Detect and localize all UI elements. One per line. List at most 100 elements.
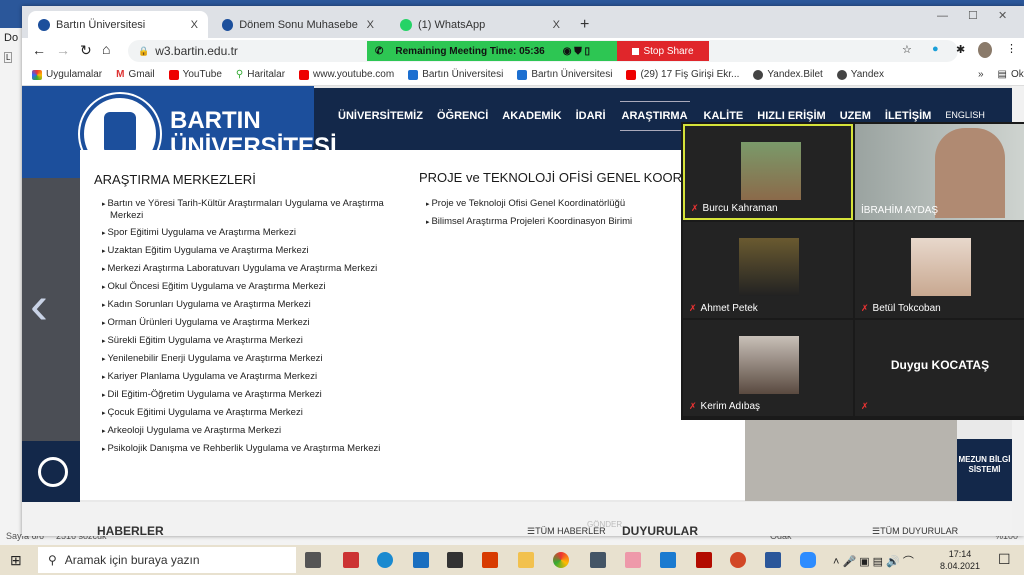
extensions-puzzle-icon[interactable]: ✱ [956, 43, 965, 56]
bookmark-fis-girisi[interactable]: (29) 17 Fiş Girişi Ekr... [626, 69, 739, 80]
participant-video [739, 336, 799, 394]
dropdown-link[interactable]: Sürekli Eğitim Uygulama ve Araştırma Mer… [102, 335, 392, 347]
stop-share-button[interactable]: Stop Share [617, 41, 709, 61]
profile-avatar[interactable] [978, 42, 992, 58]
search-logo-badge[interactable] [22, 441, 80, 503]
stop-share-label: Stop Share [643, 45, 694, 57]
youtube-icon [626, 69, 637, 80]
dropdown-link[interactable]: Yenilenebilir Enerji Uygulama ve Araştır… [102, 353, 392, 365]
zoom-app-icon[interactable] [800, 552, 816, 568]
nav-arastirma[interactable]: ARAŞTIRMA [619, 101, 690, 131]
nav-universitemiz[interactable]: ÜNİVERSİTEMİZ [338, 110, 423, 131]
windows-start-icon[interactable]: ⊞ [10, 552, 22, 569]
dropdown-link[interactable]: Bartın ve Yöresi Tarih-Kültür Araştırmal… [102, 198, 392, 221]
mic-muted-icon: ✗ [861, 401, 869, 411]
edge-icon[interactable] [377, 552, 393, 568]
home-icon[interactable]: ⌂ [102, 41, 110, 57]
bookmark-gmail[interactable]: M Gmail [116, 69, 154, 80]
bookmark-youtube-com[interactable]: www.youtube.com [299, 69, 394, 80]
ruler-tab-marker[interactable]: L [4, 52, 13, 63]
dropdown-link[interactable]: Merkezi Araştırma Laboratuvarı Uygulama … [102, 263, 392, 275]
dropdown-link[interactable]: Okul Öncesi Eğitim Uygulama ve Araştırma… [102, 281, 392, 293]
close-window-icon[interactable]: ✕ [998, 9, 1007, 22]
participant-tile[interactable]: ✗ Kerim Adıbaş [683, 320, 853, 416]
tab-strip: Bartın Üniversitesi X Dönem Sonu Muhasebe… [22, 6, 1024, 38]
file-explorer-icon[interactable] [518, 552, 534, 568]
dropdown-link[interactable]: Arkeoloji Uygulama ve Araştırma Merkezi [102, 425, 392, 437]
dropdown-link[interactable]: Kariyer Planlama Uygulama ve Araştırma M… [102, 371, 392, 383]
taskbar-search[interactable]: ⚲ Aramak için buraya yazın [38, 547, 296, 573]
participant-tile[interactable]: ✗ Ahmet Petek [683, 222, 853, 318]
new-tab-button[interactable]: + [570, 11, 599, 38]
s-icon [517, 69, 528, 80]
close-tab-icon[interactable]: X [191, 19, 198, 31]
participant-video [911, 238, 971, 296]
reload-icon[interactable]: ↻ [80, 42, 92, 59]
nav-idari[interactable]: İDARİ [576, 110, 606, 131]
close-tab-icon[interactable]: X [367, 19, 374, 31]
participant-tile[interactable]: ✗ Burcu Kahraman [683, 124, 853, 220]
bookmark-maps[interactable]: ⚲ Haritalar [236, 69, 285, 80]
bookmark-bartin-1[interactable]: Bartın Üniversitesi [408, 69, 503, 80]
participant-tile[interactable]: İBRAHİM AYDAŞ [855, 124, 1024, 220]
participant-tile[interactable]: ✗ Betül Tokcoban [855, 222, 1024, 318]
mic-muted-icon: ✗ [861, 303, 869, 313]
bookmark-bartin-2[interactable]: Bartın Üniversitesi [517, 69, 612, 80]
acrobat-icon[interactable] [696, 552, 712, 568]
word-menu-fragment: Do [4, 32, 19, 44]
participant-video [935, 128, 1005, 218]
bookmark-star-icon[interactable]: ☆ [902, 43, 912, 56]
chrome-icon[interactable] [553, 552, 569, 568]
maximize-icon[interactable]: ☐ [968, 9, 978, 22]
tab-bartin[interactable]: Bartın Üniversitesi X [28, 11, 208, 38]
dropdown-link[interactable]: Uzaktan Eğitim Uygulama ve Araştırma Mer… [102, 245, 392, 257]
close-tab-icon[interactable]: X [553, 19, 560, 31]
tab-donem-sonu[interactable]: Dönem Sonu Muhasebe İşlemleri X [212, 11, 384, 38]
notifications-icon[interactable]: ☐ [998, 551, 1011, 568]
mic-muted-icon: ✗ [691, 203, 699, 213]
back-icon[interactable]: ← [32, 42, 46, 58]
office-icon[interactable] [482, 552, 498, 568]
task-view-icon[interactable] [305, 552, 321, 568]
calendar-icon[interactable] [660, 552, 676, 568]
reading-list[interactable]: ▤Okuma listesi [998, 69, 1024, 80]
tab-label: Bartın Üniversitesi [56, 18, 146, 31]
clock[interactable]: 17:14 8.04.2021 [940, 548, 980, 572]
tray-icons[interactable]: ˄ 🎤 ▣ ▤ 🔊 ⌒ [833, 553, 914, 569]
bookmarks-overflow[interactable]: » [978, 69, 984, 80]
bookmark-youtube[interactable]: YouTube [168, 69, 222, 80]
powerpoint-icon[interactable] [730, 552, 746, 568]
bookmark-apps[interactable]: Uygulamalar [32, 69, 102, 80]
dropdown-link[interactable]: Dil Eğitim-Öğretim Uygulama ve Araştırma… [102, 389, 392, 401]
zoom-gallery-view: ✗ Burcu Kahraman İBRAHİM AYDAŞ ✗ Ahmet Pet… [681, 122, 1024, 420]
gonder-button[interactable]: GÖNDER [587, 520, 622, 529]
zoom-share-bar[interactable]: ✆ Remaining Meeting Time: 05:36 ◉ ⛊ ▯ [367, 41, 617, 61]
forward-icon[interactable]: → [56, 42, 70, 58]
dropdown-link[interactable]: Spor Eğitimi Uygulama ve Araştırma Merke… [102, 227, 392, 239]
dropdown-link[interactable]: Çocuk Eğitimi Uygulama ve Araştırma Merk… [102, 407, 392, 419]
dropdown-link[interactable]: Orman Ürünleri Uygulama ve Araştırma Mer… [102, 317, 392, 329]
minimize-icon[interactable]: — [937, 10, 948, 22]
slider-prev-arrow-icon[interactable]: ‹ [30, 274, 48, 336]
calculator-icon[interactable] [590, 552, 606, 568]
mezun-bilgi-link[interactable]: MEZUN BİLGİ SİSTEMİ [957, 439, 1012, 501]
bartin-favicon-icon [222, 18, 234, 31]
store-icon[interactable] [447, 552, 463, 568]
participant-video [741, 142, 801, 200]
extension-icon[interactable]: ● [932, 43, 939, 55]
nav-akademik[interactable]: AKADEMİK [502, 110, 561, 131]
mail-icon[interactable] [413, 552, 429, 568]
record-icon[interactable]: ◉ ⛊ ▯ [563, 46, 590, 57]
word-icon[interactable] [765, 552, 781, 568]
bookmark-yandex[interactable]: Yandex [836, 69, 884, 80]
nav-ogrenci[interactable]: ÖĞRENCİ [437, 110, 488, 131]
dropdown-link[interactable]: Psikolojik Danışma ve Rehberlik Uygulama… [102, 443, 392, 455]
tab-whatsapp[interactable]: (1) WhatsApp X [390, 11, 570, 38]
bookmark-yandex-bilet[interactable]: Yandex.Bilet [753, 69, 823, 80]
tum-duyurular-link[interactable]: ☰TÜM DUYURULAR [872, 526, 958, 536]
snip-icon[interactable] [625, 552, 641, 568]
gift-app-icon[interactable] [343, 552, 359, 568]
menu-kebab-icon[interactable]: ⋮ [1006, 42, 1017, 55]
participant-tile[interactable]: Duygu KOCATAŞ ✗ [855, 320, 1024, 416]
dropdown-link[interactable]: Kadın Sorunları Uygulama ve Araştırma Me… [102, 299, 392, 311]
